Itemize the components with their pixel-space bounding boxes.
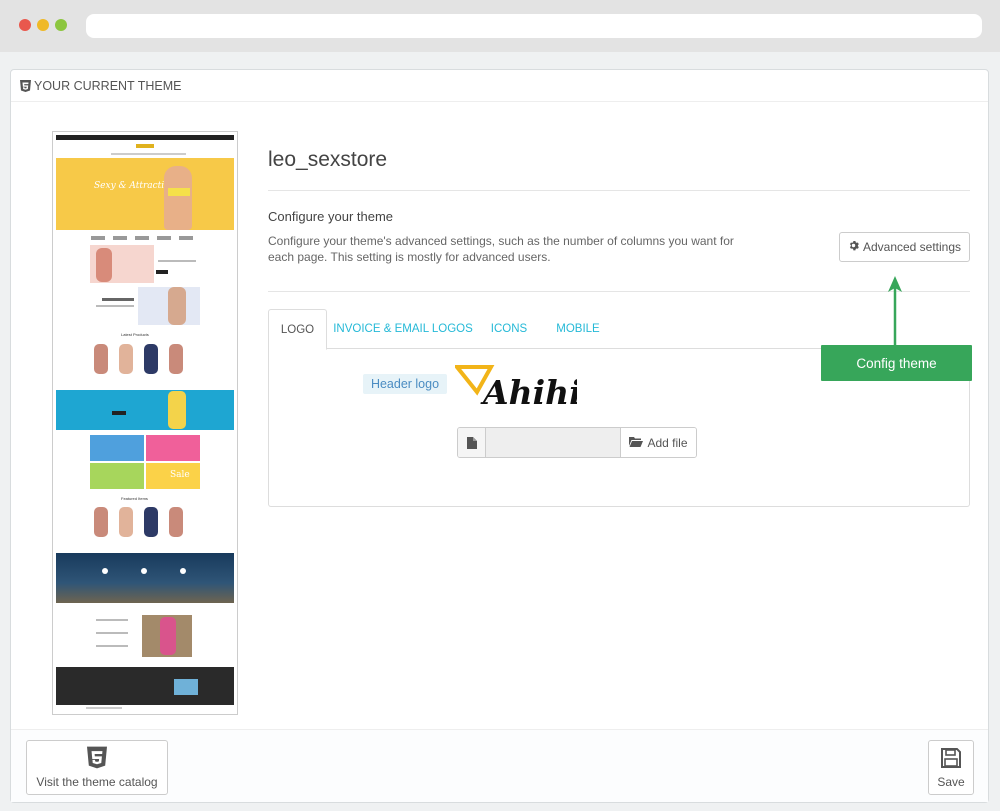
close-window-dot[interactable] — [19, 19, 31, 31]
add-file-label: Add file — [647, 435, 688, 450]
theme-tabs: LOGO INVOICE & EMAIL LOGOS ICONS MOBILE — [268, 309, 970, 350]
current-theme-panel: YOUR CURRENT THEME Sexy & Attractive Lat… — [10, 69, 989, 803]
tab-logo[interactable]: LOGO — [268, 309, 327, 350]
tab-invoice-email-logos[interactable]: INVOICE & EMAIL LOGOS — [331, 309, 475, 349]
logo-file-upload: Add file — [457, 427, 697, 458]
theme-preview-image: Sexy & Attractive Latest Products Sale F… — [52, 131, 238, 715]
floppy-disk-icon — [940, 747, 962, 772]
header-logo-image: Ahihi — [452, 364, 582, 412]
preview-banner: Sexy & Attractive — [56, 158, 234, 230]
file-icon — [458, 428, 486, 457]
tab-icons[interactable]: ICONS — [481, 309, 537, 349]
maximize-window-dot[interactable] — [55, 19, 67, 31]
advanced-settings-label: Advanced settings — [862, 240, 962, 254]
html5-icon — [87, 746, 107, 772]
logo-text: Ahihi — [480, 373, 577, 412]
address-bar[interactable] — [86, 14, 982, 38]
panel-title: YOUR CURRENT THEME — [34, 78, 182, 93]
preview-latest-heading: Latest Products — [121, 332, 149, 337]
save-label: Save — [937, 774, 965, 789]
preview-featured-heading: Featured Items — [121, 496, 148, 501]
catalog-button-label: Visit the theme catalog — [36, 775, 158, 789]
config-theme-callout: Config theme — [821, 345, 972, 381]
annotation-arrow-icon — [888, 276, 902, 348]
preview-sale-text: Sale — [170, 470, 190, 480]
minimize-window-dot[interactable] — [37, 19, 49, 31]
header-logo-label: Header logo — [363, 374, 447, 394]
gear-icon — [848, 240, 859, 254]
advanced-settings-button[interactable]: Advanced settings — [839, 232, 970, 262]
configure-description: Configure your theme's advanced settings… — [268, 234, 734, 264]
browser-chrome — [0, 0, 1000, 52]
folder-open-icon — [629, 436, 644, 450]
add-file-button[interactable]: Add file — [621, 428, 696, 457]
theme-name: leo_sexstore — [268, 148, 388, 171]
configure-title: Configure your theme — [268, 209, 394, 224]
panel-footer: Visit the theme catalog Save — [11, 729, 988, 802]
visit-theme-catalog-button[interactable]: Visit the theme catalog — [26, 740, 168, 795]
preview-banner-text: Sexy & Attractive — [94, 181, 175, 191]
save-button[interactable]: Save — [928, 740, 974, 795]
page: YOUR CURRENT THEME Sexy & Attractive Lat… — [0, 52, 1000, 811]
divider — [268, 291, 970, 292]
tab-mobile[interactable]: MOBILE — [543, 309, 613, 349]
file-name-input[interactable] — [486, 428, 621, 457]
panel-heading: YOUR CURRENT THEME — [11, 70, 988, 102]
divider — [268, 190, 970, 191]
html5-icon — [20, 79, 31, 92]
